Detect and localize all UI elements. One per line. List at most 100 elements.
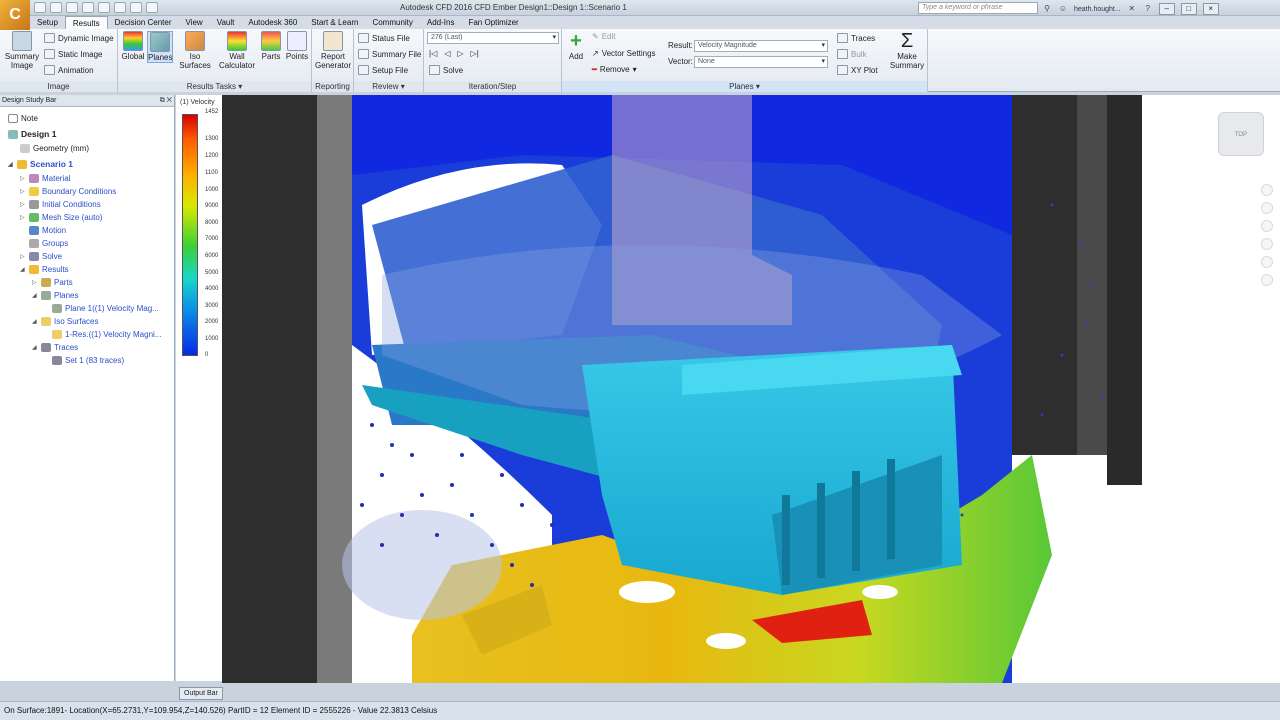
planes-group-label[interactable]: Planes ▾: [562, 81, 927, 92]
points-button[interactable]: Points: [284, 31, 310, 61]
expand-arrow-icon[interactable]: ▷: [32, 279, 38, 286]
undo-icon[interactable]: [98, 2, 110, 13]
collapse-arrow-icon[interactable]: ◢: [20, 266, 26, 273]
tree-item-plane-1[interactable]: Plane 1((1) Velocity Mag...: [52, 304, 159, 313]
vector-select[interactable]: None: [694, 56, 828, 68]
first-step-icon[interactable]: |◁: [429, 49, 437, 58]
tree-item-groups[interactable]: Groups: [20, 239, 68, 248]
results-tasks-group-label[interactable]: Results Tasks ▾: [118, 81, 311, 92]
tree-item-scenario[interactable]: ◢ Scenario 1: [8, 159, 73, 169]
search-input[interactable]: Type a keyword or phrase: [918, 2, 1038, 14]
user-name[interactable]: heath.hought...: [1074, 6, 1121, 13]
expand-arrow-icon[interactable]: ▷: [20, 253, 26, 260]
tree-item-initial-conditions[interactable]: ▷ Initial Conditions: [20, 200, 101, 209]
solve-button[interactable]: Solve: [429, 65, 463, 75]
expand-arrow-icon[interactable]: ▷: [20, 214, 26, 221]
tab-start-learn[interactable]: Start & Learn: [304, 16, 365, 29]
tree-item-planes[interactable]: ◢ Planes: [32, 291, 78, 300]
tab-vault[interactable]: Vault: [210, 16, 242, 29]
xy-plot-button[interactable]: XY Plot: [837, 65, 878, 75]
redo-icon[interactable]: [114, 2, 126, 13]
iteration-select[interactable]: 276 (Last): [427, 32, 559, 44]
wall-calculator-button[interactable]: Wall Calculator: [218, 31, 256, 70]
expand-arrow-icon[interactable]: ▷: [20, 175, 26, 182]
tree-item-mesh-size[interactable]: ▷ Mesh Size (auto): [20, 213, 102, 222]
customize-dropdown-icon[interactable]: [146, 2, 158, 13]
iso-surfaces-button[interactable]: Iso Surfaces: [174, 31, 216, 70]
bulk-button[interactable]: Bulk: [837, 49, 867, 59]
last-step-icon[interactable]: ▷|: [471, 49, 479, 58]
help-icon[interactable]: ?: [1143, 4, 1153, 14]
tree-item-iso-surfaces[interactable]: ◢ Iso Surfaces: [32, 317, 98, 326]
review-group-label[interactable]: Review ▾: [354, 81, 423, 92]
tree-item-solve[interactable]: ▷ Solve: [20, 252, 62, 261]
global-button[interactable]: Global: [120, 31, 146, 61]
tree-item-geometry[interactable]: Geometry (mm): [20, 144, 89, 153]
output-bar-tab[interactable]: Output Bar: [179, 687, 223, 700]
remove-plane-button[interactable]: ━ Remove ▾: [592, 65, 637, 74]
tree-item-parts[interactable]: ▷ Parts: [32, 278, 73, 287]
add-plane-button[interactable]: + Add: [564, 31, 588, 61]
panel-controls[interactable]: ⧉ ✕: [160, 95, 172, 107]
static-image-button[interactable]: Static Image: [44, 49, 102, 59]
print-icon[interactable]: [130, 2, 142, 13]
tree-item-design[interactable]: Design 1: [8, 129, 56, 139]
zoom-icon[interactable]: [1261, 220, 1273, 232]
tab-decision-center[interactable]: Decision Center: [108, 16, 179, 29]
collapse-arrow-icon[interactable]: ◢: [32, 292, 38, 299]
tree-item-results[interactable]: ◢ Results: [20, 265, 69, 274]
tab-community[interactable]: Community: [365, 16, 419, 29]
open-folder-icon[interactable]: [50, 2, 62, 13]
next-step-icon[interactable]: ▷: [457, 49, 463, 58]
planes-button[interactable]: Planes: [147, 31, 173, 63]
tree-item-boundary-conditions[interactable]: ▷ Boundary Conditions: [20, 187, 116, 196]
tab-view[interactable]: View: [179, 16, 210, 29]
binoculars-icon[interactable]: ⚲: [1042, 4, 1052, 14]
steering-wheel-icon[interactable]: [1261, 184, 1273, 196]
dynamic-image-button[interactable]: Dynamic Image: [44, 33, 114, 43]
expand-arrow-icon[interactable]: ▷: [20, 201, 26, 208]
tab-setup[interactable]: Setup: [30, 16, 65, 29]
tree-item-motion[interactable]: Motion: [20, 226, 66, 235]
user-icon[interactable]: ☺: [1058, 4, 1068, 14]
tree-item-material[interactable]: ▷ Material: [20, 174, 70, 183]
report-generator-button[interactable]: Report Generator: [314, 31, 352, 70]
animation-button[interactable]: Animation: [44, 65, 94, 75]
maximize-button[interactable]: □: [1180, 3, 1197, 15]
vector-settings-button[interactable]: ↗ Vector Settings: [592, 49, 656, 58]
tree-item-traces[interactable]: ◢ Traces: [32, 343, 78, 352]
minimize-button[interactable]: –: [1158, 3, 1175, 15]
previous-step-icon[interactable]: ◁: [444, 49, 450, 58]
exchange-icon[interactable]: ✕: [1127, 4, 1137, 14]
tree-item-trace-set-1[interactable]: Set 1 (83 traces): [52, 356, 124, 365]
status-file-button[interactable]: Status File: [358, 33, 410, 43]
tab-fan-optimizer[interactable]: Fan Optimizer: [461, 16, 525, 29]
result-select[interactable]: Velocity Magnitude: [694, 40, 828, 52]
tree-item-iso-surface-1[interactable]: 1-Res.((1) Velocity Magni...: [52, 330, 161, 339]
look-at-icon[interactable]: [1261, 256, 1273, 268]
3d-viewport[interactable]: [222, 95, 1280, 683]
edit-plane-button[interactable]: ✎ Edit: [592, 32, 616, 41]
fit-icon[interactable]: [1261, 274, 1273, 286]
save-all-icon[interactable]: [82, 2, 94, 13]
tab-autodesk-360[interactable]: Autodesk 360: [241, 16, 304, 29]
close-button[interactable]: ×: [1202, 3, 1219, 15]
expand-arrow-icon[interactable]: ▷: [20, 188, 26, 195]
summary-file-button[interactable]: Summary File: [358, 49, 421, 59]
summary-image-button[interactable]: Summary Image: [3, 31, 41, 70]
collapse-arrow-icon[interactable]: ◢: [32, 318, 38, 325]
parts-button[interactable]: Parts: [258, 31, 284, 61]
make-summary-button[interactable]: Σ Make Summary: [888, 31, 926, 70]
collapse-arrow-icon[interactable]: ◢: [8, 161, 14, 168]
traces-button[interactable]: Traces: [837, 33, 875, 43]
collapse-arrow-icon[interactable]: ◢: [32, 344, 38, 351]
pan-icon[interactable]: [1261, 202, 1273, 214]
app-logo[interactable]: C: [0, 0, 30, 30]
tab-add-ins[interactable]: Add-Ins: [420, 16, 462, 29]
save-icon[interactable]: [66, 2, 78, 13]
viewcube[interactable]: TOP: [1218, 112, 1264, 156]
tree-item-note[interactable]: Note: [8, 114, 38, 123]
orbit-icon[interactable]: [1261, 238, 1273, 250]
setup-file-button[interactable]: Setup File: [358, 65, 408, 75]
tab-results[interactable]: Results: [64, 16, 108, 29]
